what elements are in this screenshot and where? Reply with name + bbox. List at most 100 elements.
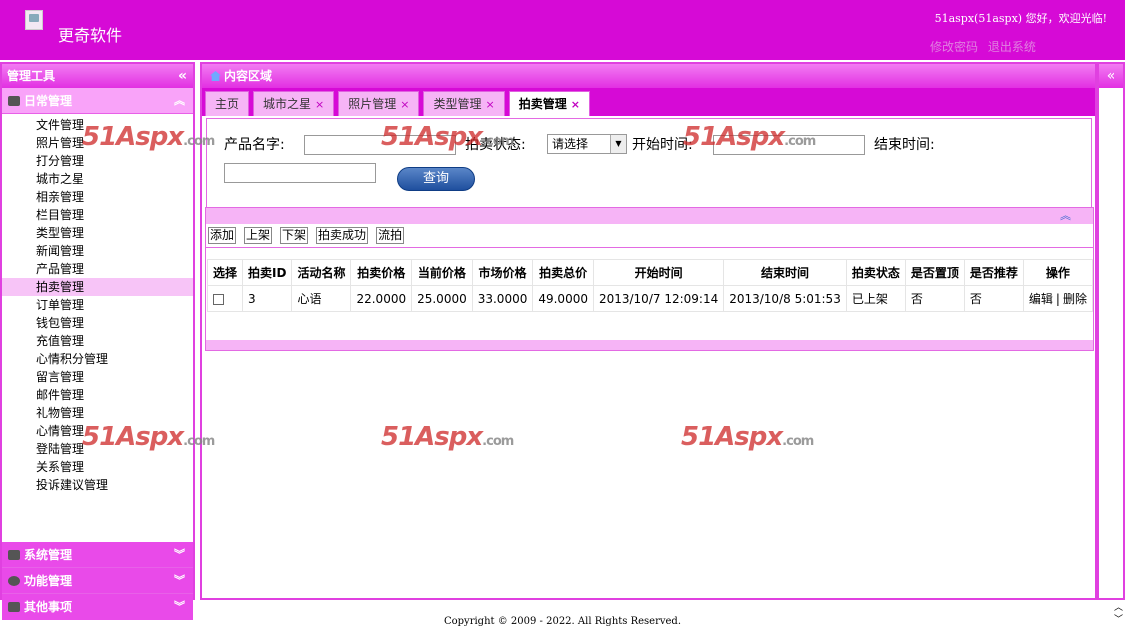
column-header: 拍卖ID bbox=[242, 259, 293, 286]
column-header: 拍卖总价 bbox=[532, 259, 594, 286]
menu-item[interactable]: 新闻管理 bbox=[2, 242, 193, 260]
menu-item[interactable]: 订单管理 bbox=[2, 296, 193, 314]
content-panel-header: 内容区域 bbox=[202, 64, 1095, 88]
tab-item[interactable]: 城市之星 × bbox=[253, 91, 335, 116]
row-checkbox[interactable] bbox=[213, 293, 224, 305]
column-header: 是否推荐 bbox=[963, 259, 1024, 286]
toolbar-button[interactable]: 上架 bbox=[244, 227, 273, 244]
menu-item[interactable]: 相亲管理 bbox=[2, 188, 193, 206]
select-cell bbox=[206, 285, 244, 312]
table-cell: 心语 bbox=[291, 285, 352, 312]
section-function[interactable]: 功能管理 ︾ bbox=[2, 568, 193, 594]
tab-item[interactable]: 拍卖管理 × bbox=[508, 91, 590, 116]
users-icon bbox=[8, 96, 20, 106]
menu-item[interactable]: 打分管理 bbox=[2, 152, 193, 170]
collapse-left-icon[interactable]: « bbox=[178, 64, 187, 88]
column-header: 当前价格 bbox=[411, 259, 473, 286]
change-password-link[interactable]: 修改密码 bbox=[930, 40, 978, 54]
menu-item[interactable]: 类型管理 bbox=[2, 224, 193, 242]
chevron-down-icon[interactable]: ︾ bbox=[174, 542, 185, 568]
end-time-input[interactable] bbox=[224, 163, 376, 183]
table-cell: 2013/10/7 12:09:14 bbox=[592, 285, 725, 312]
user-greeting: 51aspx(51aspx) 您好，欢迎光临! bbox=[934, 12, 1107, 25]
menu-item[interactable]: 拍卖管理 bbox=[2, 278, 193, 296]
table-cell: 33.0000 bbox=[471, 285, 534, 312]
menu-item[interactable]: 心情积分管理 bbox=[2, 350, 193, 368]
tab-item[interactable]: 主页 bbox=[205, 91, 250, 116]
gear-icon bbox=[8, 576, 20, 586]
menu-item[interactable]: 礼物管理 bbox=[2, 404, 193, 422]
chevron-down-icon[interactable]: ︾ bbox=[174, 568, 185, 594]
menu-item[interactable]: 钱包管理 bbox=[2, 314, 193, 332]
query-button[interactable]: 查询 bbox=[397, 167, 475, 191]
column-header: 市场价格 bbox=[471, 259, 534, 286]
grid-header-bar: ︽ bbox=[206, 208, 1093, 224]
table-cell: 否 bbox=[963, 285, 1024, 312]
left-panel: 管理工具 « 日常管理 ︽ 文件管理 照片管理 打分管理 城市之星 相亲管理 栏目管理 类型… bbox=[0, 62, 195, 620]
tab-label: 拍卖管理 bbox=[518, 97, 567, 111]
delete-link[interactable]: 删除 bbox=[1063, 292, 1087, 306]
search-form: 产品名字: 拍卖状态: 请选择 ▼ 开始时间: 结束时间: 查询 bbox=[206, 118, 1092, 208]
product-name-input[interactable] bbox=[304, 135, 456, 155]
tab-label: 城市之星 bbox=[263, 97, 312, 111]
table-cell: 2013/10/8 5:01:53 bbox=[723, 285, 847, 312]
toolbar-button[interactable]: 下架 bbox=[280, 227, 309, 244]
end-time-label: 结束时间: bbox=[874, 137, 935, 153]
menu-item[interactable]: 留言管理 bbox=[2, 368, 193, 386]
product-name-label: 产品名字: bbox=[224, 137, 285, 153]
section-label: 日常管理 bbox=[24, 94, 73, 108]
close-tab-icon[interactable]: × bbox=[315, 98, 324, 111]
column-header: 拍卖状态 bbox=[845, 259, 906, 286]
close-tab-icon[interactable]: × bbox=[400, 98, 409, 111]
menu-item[interactable]: 文件管理 bbox=[2, 116, 193, 134]
table-cell: 49.0000 bbox=[532, 285, 594, 312]
column-header: 操作 bbox=[1022, 259, 1093, 286]
misc-icon bbox=[8, 602, 20, 612]
status-label: 拍卖状态: bbox=[465, 137, 526, 153]
logout-link[interactable]: 退出系统 bbox=[988, 40, 1036, 54]
tab-label: 主页 bbox=[215, 97, 240, 111]
section-system[interactable]: 系统管理 ︾ bbox=[2, 542, 193, 568]
top-header: 更奇软件 51aspx(51aspx) 您好，欢迎光临! 修改密码 退出系统 bbox=[0, 0, 1125, 60]
start-time-input[interactable] bbox=[713, 135, 865, 155]
toolbar-button[interactable]: 拍卖成功 bbox=[316, 227, 369, 244]
status-select[interactable]: 请选择 ▼ bbox=[547, 134, 627, 154]
tab-strip: 主页 城市之星 × 照片管理 × 类型管理 × 拍卖管理 × bbox=[202, 88, 1095, 116]
header-links: 修改密码 退出系统 bbox=[930, 38, 1042, 55]
menu-item[interactable]: 投诉建议管理 bbox=[2, 476, 193, 494]
menu-item[interactable]: 充值管理 bbox=[2, 332, 193, 350]
column-header: 选择 bbox=[206, 259, 244, 286]
expand-right-icon[interactable]: « bbox=[1099, 64, 1123, 88]
column-header: 拍卖价格 bbox=[350, 259, 413, 286]
menu-item[interactable]: 关系管理 bbox=[2, 458, 193, 476]
left-panel-header: 管理工具 « bbox=[2, 64, 193, 88]
table-cell: 已上架 bbox=[845, 285, 906, 312]
table-cell: 22.0000 bbox=[350, 285, 413, 312]
table-cell: 25.0000 bbox=[411, 285, 473, 312]
tab-item[interactable]: 照片管理 × bbox=[338, 91, 420, 116]
toolbar-button[interactable]: 添加 bbox=[208, 227, 237, 244]
menu-item[interactable]: 城市之星 bbox=[2, 170, 193, 188]
menu-item[interactable]: 栏目管理 bbox=[2, 206, 193, 224]
right-panel: « bbox=[1097, 62, 1125, 600]
close-tab-icon[interactable]: × bbox=[571, 98, 580, 111]
section-label: 其他事项 bbox=[24, 600, 73, 614]
menu-item[interactable]: 照片管理 bbox=[2, 134, 193, 152]
menu-item[interactable]: 心情管理 bbox=[2, 422, 193, 440]
menu-item[interactable]: 产品管理 bbox=[2, 260, 193, 278]
section-daily[interactable]: 日常管理 ︽ bbox=[2, 88, 193, 114]
toolbar-button[interactable]: 流拍 bbox=[376, 227, 405, 244]
auction-table: 选择 拍卖ID 活动名称 拍卖价格 当前价格 市场价格 拍卖总价 开始时间 结束时间 拍卖状态 是否… bbox=[206, 259, 1093, 312]
tab-item[interactable]: 类型管理 × bbox=[423, 91, 505, 116]
scroll-arrows-icon[interactable]: ︿ ﹀ bbox=[1114, 602, 1123, 626]
status-select-value: 请选择 bbox=[552, 137, 589, 151]
chevron-up-icon[interactable]: ︽ bbox=[174, 88, 185, 114]
collapse-grid-icon[interactable]: ︽ bbox=[1060, 208, 1071, 224]
app-title: 更奇软件 bbox=[58, 26, 123, 45]
close-tab-icon[interactable]: × bbox=[486, 98, 495, 111]
menu-item[interactable]: 邮件管理 bbox=[2, 386, 193, 404]
table-row: 3 心语 22.0000 25.0000 33.0000 49.0000 2013/10/7… bbox=[206, 285, 1093, 312]
menu-item[interactable]: 登陆管理 bbox=[2, 440, 193, 458]
edit-link[interactable]: 编辑 bbox=[1029, 292, 1053, 306]
dropdown-arrow-icon: ▼ bbox=[610, 135, 626, 153]
